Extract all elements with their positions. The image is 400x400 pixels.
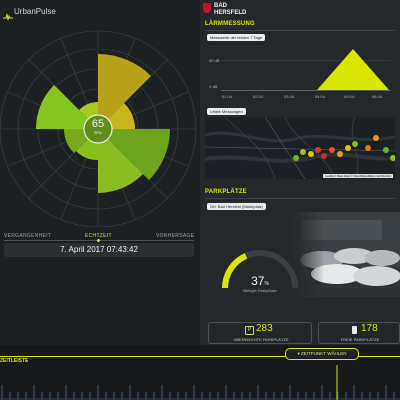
noise-x-label: 04.04. <box>315 94 327 99</box>
timeline-now-marker[interactable] <box>97 239 100 242</box>
map-marker[interactable] <box>315 147 321 153</box>
noise-x-label: 01.04. <box>222 94 234 99</box>
occupancy-unit: % <box>264 281 269 287</box>
timeline-bar-label: ZEITLEISTE <box>0 358 29 364</box>
map-marker[interactable] <box>300 149 306 155</box>
map-marker[interactable] <box>329 147 335 153</box>
map-marker[interactable] <box>293 155 299 161</box>
noise-x-label: 05.04. <box>344 94 356 99</box>
occupancy-label: Belegte Parkplätze <box>243 288 277 293</box>
parking-section-title: PARKPLÄTZE <box>205 189 247 195</box>
monitored-count: 283 <box>256 323 273 334</box>
map-marker[interactable] <box>337 151 343 157</box>
noise-latest-chip[interactable]: Letzte Messungen <box>207 108 246 115</box>
select-time-label: ZEITPUNKT WÄHLEN <box>301 351 347 356</box>
parking-lot-photo <box>292 212 400 297</box>
timeline-ticks[interactable] <box>0 365 400 400</box>
noise-peak-area <box>317 49 389 90</box>
map-marker[interactable] <box>383 147 389 153</box>
map-marker[interactable] <box>345 145 351 151</box>
car-charging-icon <box>352 326 357 334</box>
map-marker[interactable] <box>365 145 371 151</box>
map-marker[interactable] <box>390 155 395 161</box>
occupancy-number: 37 <box>251 274 265 288</box>
map-marker[interactable] <box>321 153 327 159</box>
parking-p-icon: P <box>245 326 254 335</box>
map-attribution: Leaflet | Map data © OpenStreetMap contr… <box>323 174 393 178</box>
current-datetime: 7. April 2017 07:43:42 <box>4 243 194 257</box>
noise-x-label: 06.04. <box>372 94 384 99</box>
map-marker[interactable] <box>373 135 379 141</box>
noise-week-chip[interactable]: Messwerte der letzten 7 Tage <box>207 34 266 41</box>
pulse-unit: BPM <box>94 131 102 135</box>
noise-section-title: LÄRMMESSUNG <box>205 21 255 27</box>
map-marker[interactable] <box>352 141 358 147</box>
timeline-future-tab[interactable]: VORHERSAGE <box>156 233 194 239</box>
select-time-button[interactable]: ▾ ZEITPUNKT WÄHLEN <box>285 348 359 360</box>
noise-x-label: 02.04. <box>253 94 265 99</box>
noise-title-divider <box>205 30 395 31</box>
parking-title-divider <box>205 198 395 199</box>
city-name-line1: BAD <box>214 3 227 9</box>
noise-y-label-bottom: 0 dB <box>209 84 218 89</box>
pulse-value: 65 <box>91 118 105 130</box>
parking-location-chip[interactable]: Ort: Bad Hersfeld (Marktplatz) <box>207 203 267 210</box>
free-count: 178 <box>361 323 378 334</box>
city-name-line2: HERSFELD <box>214 10 247 16</box>
noise-y-label-top: 50 dB <box>209 58 220 63</box>
noise-map[interactable]: Leaflet | Map data © OpenStreetMap contr… <box>205 117 395 179</box>
city-crest-icon <box>203 3 211 13</box>
noise-x-label: 03.04. <box>284 94 296 99</box>
free-label: FREIE PARKPLÄTZE <box>340 337 380 342</box>
map-marker[interactable] <box>308 151 314 157</box>
monitored-label: ÜBERWACHTE PARKPLÄTZE <box>233 337 289 342</box>
timeline-past-tab[interactable]: VERGANGENHEIT <box>4 233 51 239</box>
